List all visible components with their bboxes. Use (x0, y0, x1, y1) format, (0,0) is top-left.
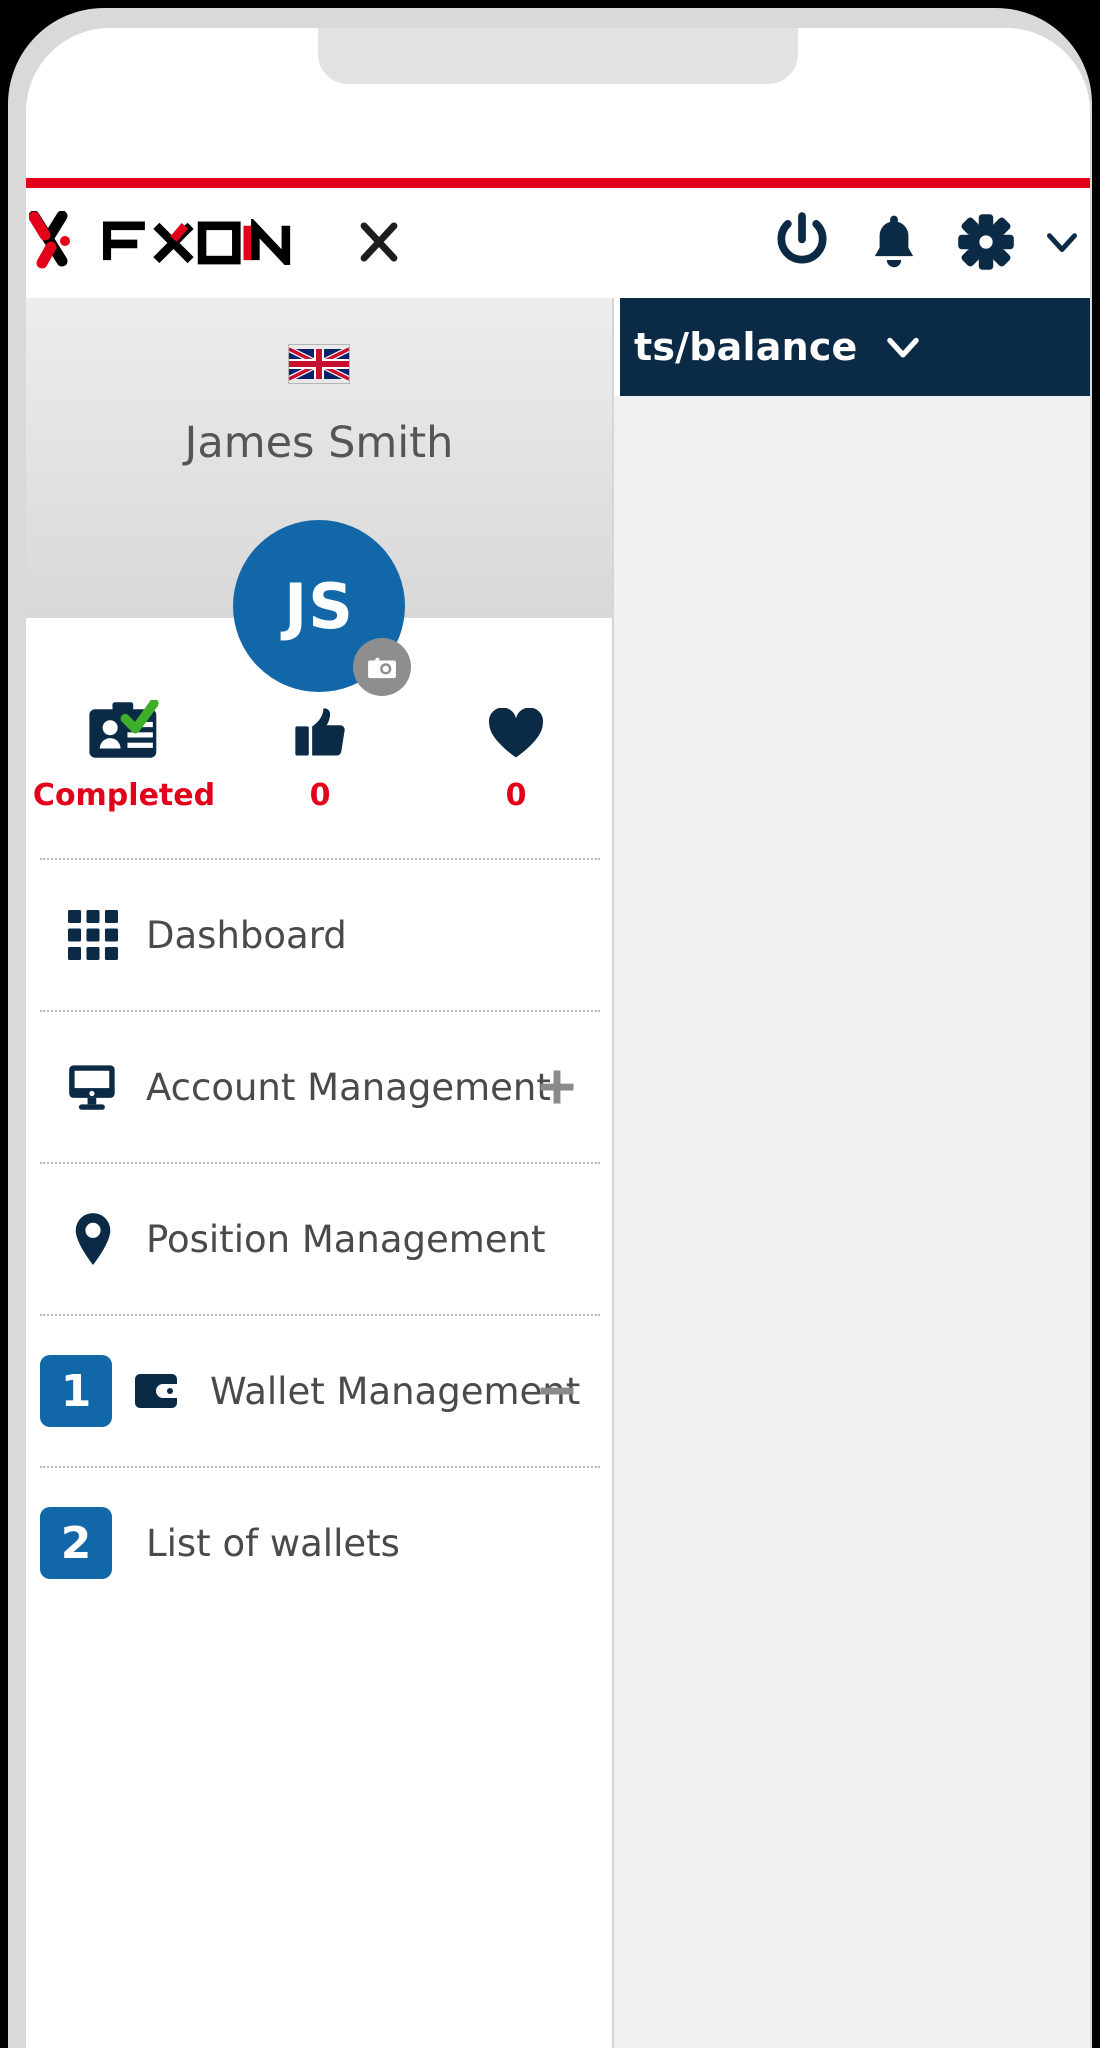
step-badge: 2 (40, 1507, 112, 1579)
grid-icon (62, 910, 124, 960)
sidebar-item-label: Position Management (146, 1217, 546, 1261)
phone-notch (318, 28, 798, 84)
close-x-icon (360, 222, 398, 262)
id-card-verified-icon (87, 698, 161, 760)
profile-name: James Smith (184, 418, 454, 468)
sidebar-item-account-management[interactable]: Account Management (26, 1012, 612, 1162)
settings-button[interactable] (956, 212, 1016, 272)
heart-icon (487, 698, 545, 760)
sidebar-item-dashboard[interactable]: Dashboard (26, 860, 612, 1010)
accounts-balance-selector[interactable]: ts/balance (620, 298, 1090, 396)
app-page: ts/balance James Smith JS Completed 0 0 … (26, 28, 1090, 2048)
avatar-camera-button[interactable] (353, 638, 411, 696)
brand-accent-rule (26, 178, 1090, 188)
app-header (26, 188, 1090, 296)
profile-stats: Completed 0 0 (26, 698, 612, 813)
phone-frame: ts/balance James Smith JS Completed 0 0 … (0, 0, 1100, 2048)
stat-favorites-value: 0 (505, 778, 527, 813)
bell-icon (874, 215, 914, 268)
collapse-minus-button[interactable] (534, 1368, 580, 1414)
sidebar-item-label: Account Management (146, 1065, 551, 1109)
header-actions (772, 212, 1082, 272)
power-button[interactable] (772, 212, 832, 272)
stat-favorites[interactable]: 0 (418, 698, 612, 813)
step-badge: 1 (40, 1355, 112, 1427)
monitor-icon (62, 1063, 124, 1111)
thumbs-up-icon (293, 698, 347, 760)
sidebar-item-label: List of wallets (146, 1521, 400, 1565)
accounts-balance-label: ts/balance (634, 325, 858, 369)
stat-verification[interactable]: Completed (26, 698, 222, 813)
wallet-icon (126, 1372, 188, 1410)
brand-logo[interactable] (29, 211, 303, 273)
header-more-button[interactable] (1042, 222, 1082, 262)
sidebar-menu: Dashboard Account Management Position Ma… (26, 858, 612, 1618)
sidebar-item-label: Dashboard (146, 913, 347, 957)
stat-likes-value: 0 (309, 778, 331, 813)
sidebar-item-label: Wallet Management (210, 1369, 581, 1413)
sidebar-item-position-management[interactable]: Position Management (26, 1164, 612, 1314)
phone-screen: ts/balance James Smith JS Completed 0 0 … (26, 28, 1090, 2048)
close-button[interactable] (351, 214, 407, 270)
chevron-down-icon (1047, 233, 1077, 252)
fxon-wordmark-icon (103, 219, 291, 265)
power-icon (777, 212, 827, 264)
content-area (614, 396, 1090, 2048)
stat-verification-label: Completed (32, 778, 216, 813)
notifications-button[interactable] (864, 212, 924, 272)
fxon-mark-icon (29, 211, 70, 269)
sidebar-item-wallet-management[interactable]: 1 Wallet Management (26, 1316, 612, 1466)
stat-likes[interactable]: 0 (222, 698, 418, 813)
sidebar-item-list-of-wallets[interactable]: 2 List of wallets (26, 1468, 612, 1618)
chevron-down-icon (886, 337, 919, 358)
uk-flag-icon (288, 344, 350, 384)
camera-icon (368, 657, 396, 679)
plus-icon (540, 1070, 574, 1104)
phone-bezel: ts/balance James Smith JS Completed 0 0 … (8, 8, 1092, 2048)
map-pin-icon (62, 1212, 124, 1266)
gear-icon (958, 214, 1014, 270)
sidebar-drawer: James Smith JS Completed 0 0 Dashboard A… (26, 298, 614, 2048)
expand-plus-button[interactable] (534, 1064, 580, 1110)
avatar[interactable]: JS (233, 520, 411, 696)
minus-icon (540, 1387, 574, 1395)
